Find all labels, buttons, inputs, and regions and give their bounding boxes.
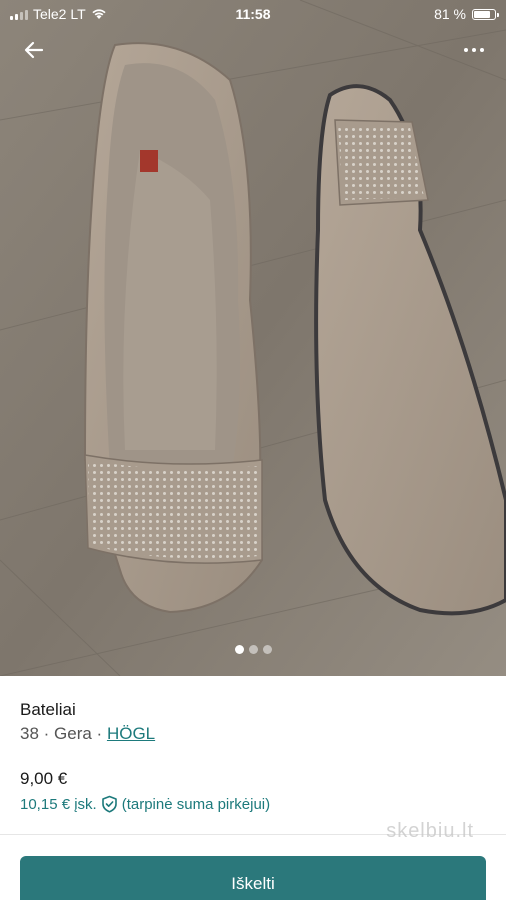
arrow-left-icon bbox=[24, 41, 44, 59]
more-dot-icon bbox=[464, 48, 468, 52]
gallery-dot[interactable] bbox=[248, 645, 258, 654]
battery-icon bbox=[472, 8, 499, 20]
more-dot-icon bbox=[472, 48, 476, 52]
item-photo[interactable] bbox=[0, 0, 506, 676]
shoes-photo bbox=[0, 0, 506, 676]
more-options-button[interactable] bbox=[458, 40, 490, 60]
size-value: 38 bbox=[20, 724, 39, 743]
wifi-icon bbox=[92, 9, 106, 19]
status-right: 81 % bbox=[316, 6, 499, 22]
condition-value: Gera bbox=[54, 724, 92, 743]
price-with-fee-value: 10,15 € įsk. bbox=[20, 795, 97, 813]
bump-button[interactable]: Iškelti bbox=[20, 856, 486, 900]
listing-details: 38 · Gera · HÖGL bbox=[20, 724, 155, 744]
more-dot-icon bbox=[480, 48, 484, 52]
carrier-label: Tele2 LT bbox=[33, 6, 86, 22]
price-with-fee[interactable]: 10,15 € įsk. (tarpinė suma pirkėjui) bbox=[20, 795, 270, 813]
price-fee-note: (tarpinė suma pirkėjui) bbox=[121, 795, 271, 813]
listing-title: Bateliai bbox=[20, 700, 76, 719]
status-left: Tele2 LT bbox=[10, 6, 190, 22]
battery-percent: 81 % bbox=[434, 6, 466, 22]
watermark: skelbiu.lt bbox=[386, 820, 474, 842]
battery-fill bbox=[474, 10, 491, 18]
price: 9,00 € bbox=[20, 769, 68, 788]
gallery-dot[interactable] bbox=[234, 645, 244, 654]
status-time: 11:58 bbox=[235, 6, 271, 22]
separator: · bbox=[91, 724, 107, 743]
status-bar: Tele2 LT 11:58 81 % bbox=[0, 0, 506, 28]
brand-link[interactable]: HÖGL bbox=[107, 724, 155, 743]
shield-check-icon bbox=[101, 795, 117, 813]
separator: · bbox=[38, 724, 55, 743]
gallery-dot[interactable] bbox=[262, 645, 272, 654]
gallery-pagination bbox=[0, 645, 506, 654]
back-button[interactable] bbox=[20, 36, 48, 64]
signal-icon bbox=[10, 9, 28, 20]
